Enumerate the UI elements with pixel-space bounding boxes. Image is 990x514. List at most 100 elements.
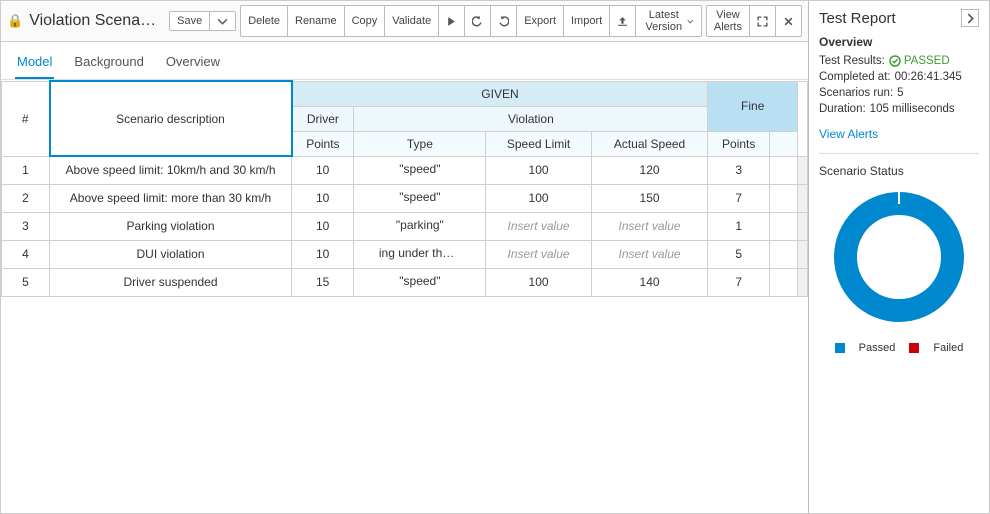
cell[interactable]: "speed"	[354, 268, 486, 296]
view-alerts-link[interactable]: View Alerts	[819, 127, 979, 141]
cell[interactable]: 1	[708, 212, 770, 240]
cell[interactable]: 10	[292, 212, 354, 240]
cell[interactable]	[770, 156, 798, 184]
tab-background[interactable]: Background	[72, 50, 145, 79]
col-points[interactable]: Points	[292, 131, 354, 156]
col-fine-points[interactable]: Points	[708, 131, 770, 156]
cell[interactable]: 7	[708, 268, 770, 296]
validate-button[interactable]: Validate	[384, 5, 439, 37]
cell[interactable]: Parking violation	[50, 212, 292, 240]
cell[interactable]: 5	[2, 268, 50, 296]
cell[interactable]: 150	[591, 184, 708, 212]
table-row[interactable]: 4DUI violation10ing under the influeInse…	[2, 240, 808, 268]
divider	[819, 153, 979, 154]
table-row[interactable]: 1Above speed limit: 10km/h and 30 km/h10…	[2, 156, 808, 184]
save-button[interactable]: Save	[169, 11, 210, 31]
cell[interactable]: 3	[708, 156, 770, 184]
table-row[interactable]: 2Above speed limit: more than 30 km/h10"…	[2, 184, 808, 212]
cell[interactable]: 140	[591, 268, 708, 296]
duration-value: 105 milliseconds	[870, 103, 955, 115]
collapse-panel-button[interactable]	[961, 9, 979, 27]
close-button[interactable]	[775, 5, 802, 37]
cell[interactable]: DUI violation	[50, 240, 292, 268]
import-button[interactable]: Import	[563, 5, 610, 37]
col-given[interactable]: GIVEN	[292, 81, 708, 106]
col-extra[interactable]	[770, 131, 798, 156]
cell[interactable]: 2	[2, 184, 50, 212]
col-actual-speed[interactable]: Actual Speed	[591, 131, 708, 156]
col-scenario-desc[interactable]: Scenario description	[50, 81, 292, 156]
tab-model[interactable]: Model	[15, 50, 54, 79]
cell[interactable]: Insert value	[486, 212, 591, 240]
status-donut-chart: 100.0%	[834, 192, 964, 322]
col-fine[interactable]: Fine	[708, 81, 798, 131]
cell[interactable]: 100	[486, 156, 591, 184]
file-title: Violation Scenarios.scesim ...	[29, 12, 159, 30]
cell[interactable]: ing under the influe	[354, 240, 486, 268]
check-circle-icon	[889, 55, 901, 67]
col-driver[interactable]: Driver	[292, 106, 354, 131]
cell[interactable]	[770, 184, 798, 212]
cell[interactable]: 1	[2, 156, 50, 184]
legend-passed: Passed	[859, 342, 896, 354]
cell[interactable]: 7	[708, 184, 770, 212]
export-button[interactable]: Export	[516, 5, 564, 37]
cell[interactable]: Above speed limit: more than 30 km/h	[50, 184, 292, 212]
cell[interactable]: "parking"	[354, 212, 486, 240]
cell[interactable]: "speed"	[354, 184, 486, 212]
cell[interactable]: Above speed limit: 10km/h and 30 km/h	[50, 156, 292, 184]
col-speed-limit[interactable]: Speed Limit	[486, 131, 591, 156]
cell[interactable]: 5	[708, 240, 770, 268]
cell[interactable]	[770, 240, 798, 268]
test-report-panel: Test Report Overview Test Results: PASSE…	[809, 1, 989, 513]
cell[interactable]: 100	[486, 268, 591, 296]
table-row[interactable]: 3Parking violation10"parking"Insert valu…	[2, 212, 808, 240]
cell[interactable]: 10	[292, 240, 354, 268]
duration-label: Duration:	[819, 103, 866, 115]
upload-button[interactable]	[609, 5, 636, 37]
cell[interactable]: 10	[292, 156, 354, 184]
cell[interactable]: Insert value	[591, 212, 708, 240]
failed-swatch	[909, 343, 919, 353]
vscroll[interactable]	[798, 184, 808, 212]
cell[interactable]: Insert value	[486, 240, 591, 268]
cell[interactable]: 4	[2, 240, 50, 268]
expand-button[interactable]	[749, 5, 776, 37]
run-button[interactable]	[438, 5, 465, 37]
vscroll[interactable]	[798, 268, 808, 296]
redo-button[interactable]	[490, 5, 517, 37]
passed-swatch	[835, 343, 845, 353]
toolbar: 🔒 Violation Scenarios.scesim ... Save De…	[1, 1, 808, 42]
col-type[interactable]: Type	[354, 131, 486, 156]
cell[interactable]	[770, 212, 798, 240]
vscroll[interactable]	[798, 212, 808, 240]
copy-button[interactable]: Copy	[344, 5, 386, 37]
version-button[interactable]: Latest Version	[635, 5, 702, 37]
cell[interactable]	[770, 268, 798, 296]
scenarios-value: 5	[897, 87, 903, 99]
vscroll[interactable]	[798, 156, 808, 184]
tab-overview[interactable]: Overview	[164, 50, 222, 79]
scenario-grid: # Scenario description GIVEN Fine Driver…	[1, 80, 808, 297]
table-row[interactable]: 5Driver suspended15"speed"1001407	[2, 268, 808, 296]
vscroll[interactable]	[798, 81, 808, 156]
view-alerts-button[interactable]: View Alerts	[706, 5, 750, 37]
save-dropdown[interactable]	[209, 11, 236, 31]
vscroll[interactable]	[798, 240, 808, 268]
grid-container[interactable]: # Scenario description GIVEN Fine Driver…	[1, 80, 808, 513]
scenarios-label: Scenarios run:	[819, 87, 893, 99]
rename-button[interactable]: Rename	[287, 5, 345, 37]
delete-button[interactable]: Delete	[240, 5, 288, 37]
cell[interactable]: 120	[591, 156, 708, 184]
cell[interactable]: 100	[486, 184, 591, 212]
cell[interactable]: "speed"	[354, 156, 486, 184]
cell[interactable]: 3	[2, 212, 50, 240]
cell[interactable]: Insert value	[591, 240, 708, 268]
undo-button[interactable]	[464, 5, 491, 37]
overview-heading: Overview	[819, 35, 979, 49]
cell[interactable]: 10	[292, 184, 354, 212]
col-violation[interactable]: Violation	[354, 106, 708, 131]
completed-label: Completed at:	[819, 71, 891, 83]
cell[interactable]: 15	[292, 268, 354, 296]
cell[interactable]: Driver suspended	[50, 268, 292, 296]
